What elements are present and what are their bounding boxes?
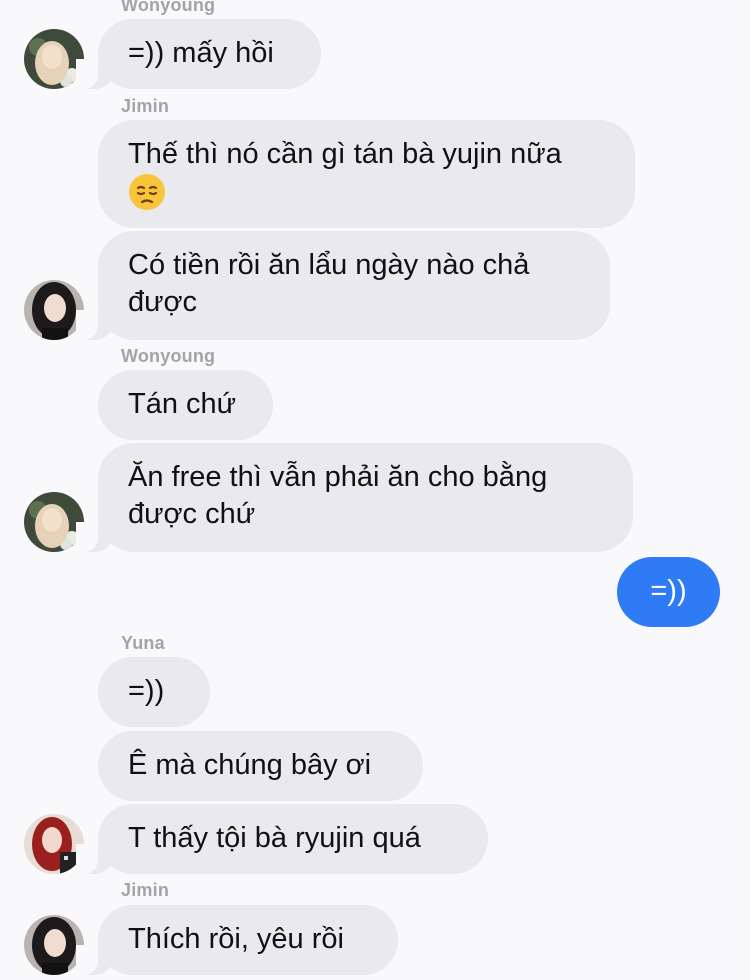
- avatar-wonyoung[interactable]: [24, 29, 84, 89]
- message-bubble[interactable]: Có tiền rồi ăn lẩu ngày nào chả được: [76, 231, 610, 340]
- message-bubble[interactable]: =)): [98, 657, 210, 727]
- message-bubble[interactable]: Thế thì nó cần gì tán bà yujin nữa: [98, 120, 635, 228]
- sender-name-jimin: Jimin: [121, 96, 170, 116]
- outgoing-message-bubble[interactable]: =)): [617, 557, 720, 627]
- message-text: Thích rồi, yêu rồi: [128, 923, 344, 955]
- sender-name-wonyoung: Wonyoung: [121, 346, 216, 366]
- avatar-yuna[interactable]: [24, 814, 84, 874]
- avatar-wonyoung[interactable]: [24, 492, 84, 552]
- sender-name-jimin: Jimin: [121, 880, 170, 900]
- message-text: Ăn free thì vẫn phải ăn cho bằng được ch…: [128, 461, 548, 530]
- message-bubble[interactable]: T thấy tội bà ryujin quá: [76, 804, 488, 874]
- message-bubble[interactable]: Ăn free thì vẫn phải ăn cho bằng được ch…: [76, 443, 633, 552]
- message-bubble[interactable]: =)) mấy hồi: [76, 19, 321, 89]
- message-bubble[interactable]: Thích rồi, yêu rồi: [76, 905, 398, 975]
- message-text: Tán chứ: [128, 388, 237, 420]
- sender-name-wonyoung: Wonyoung: [121, 0, 216, 15]
- message-text: Thế thì nó cần gì tán bà yujin nữa: [128, 138, 562, 170]
- message-bubble[interactable]: Ê mà chúng bây ơi: [98, 731, 423, 801]
- message-text: T thấy tội bà ryujin quá: [128, 822, 421, 854]
- message-text: Có tiền rồi ăn lẩu ngày nào chả được: [128, 249, 530, 318]
- avatar-jimin[interactable]: [24, 280, 84, 340]
- message-text: =)): [128, 675, 165, 707]
- pensive-face-icon: [128, 173, 166, 221]
- chat-thread[interactable]: Wonyoung =)) mấy hồi Jimin Thế thì nó cầ…: [0, 0, 750, 980]
- message-text: =)) mấy hồi: [128, 37, 274, 69]
- message-text: =)): [650, 575, 687, 607]
- message-text: Ê mà chúng bây ơi: [128, 749, 372, 781]
- message-bubble[interactable]: Tán chứ: [98, 370, 273, 440]
- sender-name-yuna: Yuna: [121, 633, 165, 653]
- avatar-jimin[interactable]: [24, 915, 84, 975]
